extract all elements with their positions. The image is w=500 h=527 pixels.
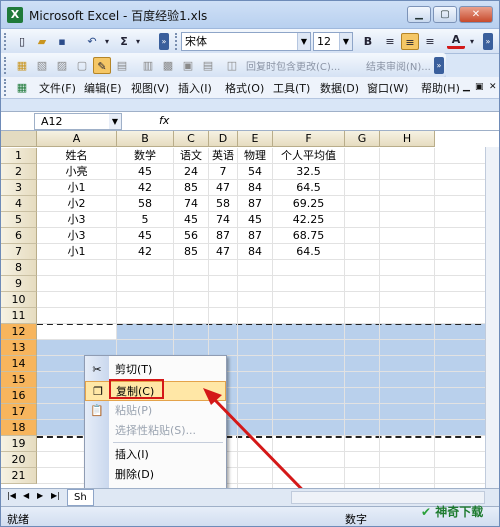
last-sheet-icon[interactable]: ▶| bbox=[51, 491, 60, 500]
watermark: ✔ 神奇下载 bbox=[421, 503, 483, 520]
status-ready: 就绪 bbox=[7, 513, 29, 526]
next-sheet-icon[interactable]: ▶ bbox=[37, 491, 43, 500]
excel-window: X Microsoft Excel - 百度经验1.xls ▁ ▢ ✕ ▯ ▰ … bbox=[0, 0, 500, 527]
status-mode: 数字 bbox=[345, 513, 367, 526]
first-sheet-icon[interactable]: |◀ bbox=[7, 491, 16, 500]
annotation-arrow bbox=[203, 388, 327, 515]
sheet-tab[interactable]: Sh bbox=[67, 489, 94, 506]
watermark-text: 神奇下载 bbox=[435, 505, 484, 519]
watermark-logo-icon: ✔ bbox=[421, 505, 436, 519]
prev-sheet-icon[interactable]: ◀ bbox=[23, 491, 29, 500]
